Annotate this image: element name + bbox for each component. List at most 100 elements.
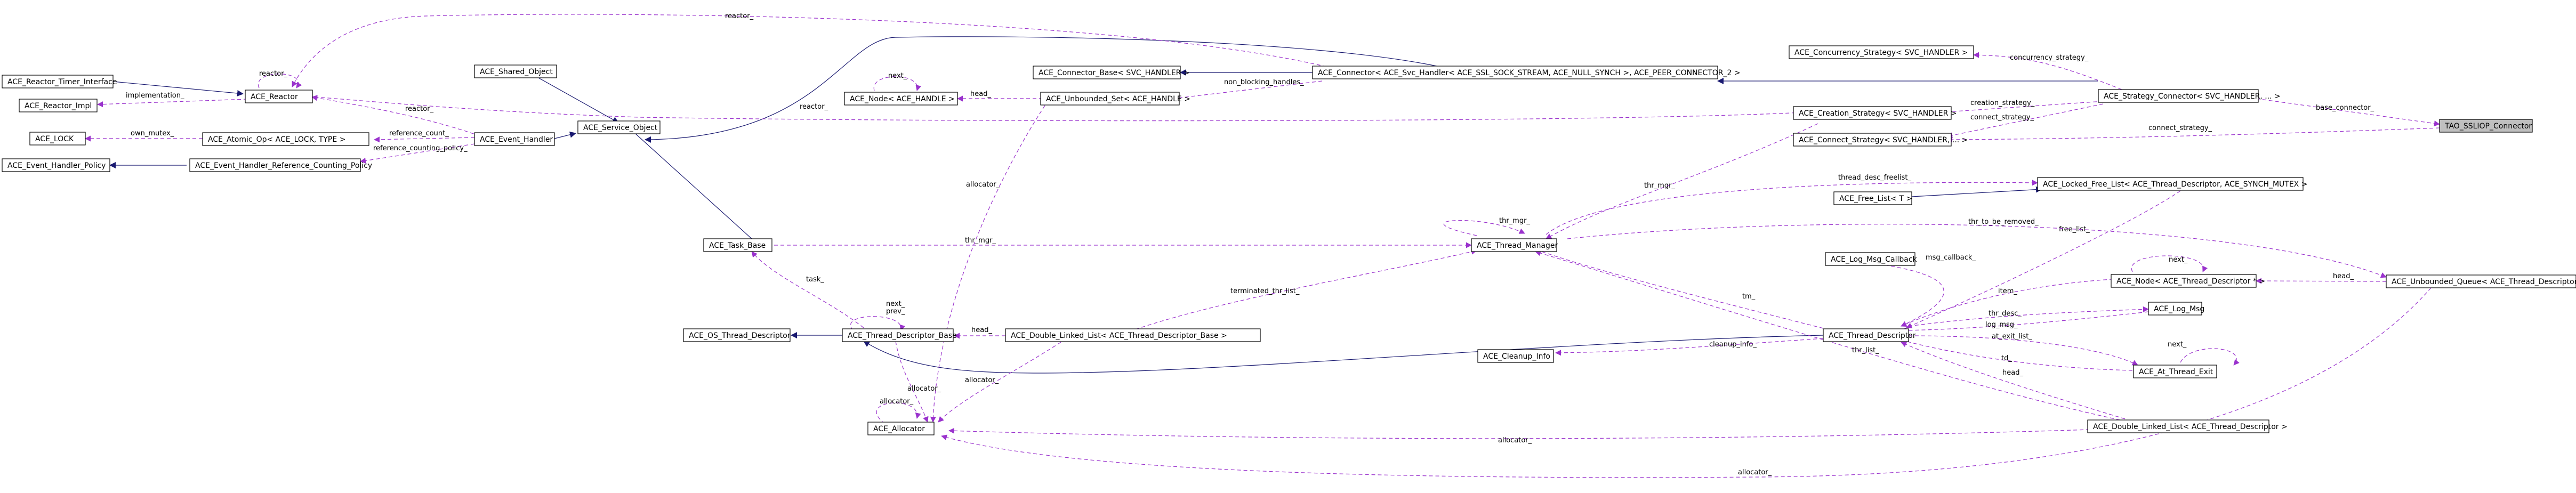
edge-label-task-thr-mgr: thr_mgr_ xyxy=(965,237,996,245)
edge-label-tm: tm_ xyxy=(1742,293,1756,301)
edge-allocator-to-dll-tdb: allocator_ xyxy=(938,342,1061,423)
edge-label-own-mutex: own_mutex_ xyxy=(131,130,174,138)
node-log-msg[interactable]: ACE_Log_Msg xyxy=(2148,302,2204,316)
node-thread-manager[interactable]: ACE_Thread_Manager xyxy=(1471,238,1558,252)
svg-text:ACE_Reactor: ACE_Reactor xyxy=(251,93,298,101)
edge-label-thr-mgr-self: thr_mgr_ xyxy=(1499,217,1530,225)
node-free-list[interactable]: ACE_Free_List< T > xyxy=(1833,191,1912,205)
edge-label-node-td-next: next_ xyxy=(2169,256,2188,264)
node-ace-lock[interactable]: ACE_LOCK xyxy=(29,132,86,146)
node-thread-descriptor-base[interactable]: ACE_Thread_Descriptor_Base xyxy=(842,328,957,342)
edge-cleanup-to-thread-descriptor: cleanup_info_ xyxy=(1555,338,1824,356)
edge-connect-to-strategy-connector: connect_strategy_ xyxy=(1946,103,2104,139)
edge-reference-policy-to-event-handler: reference_counting_policy_ xyxy=(360,143,475,164)
node-connector-base[interactable]: ACE_Connector_Base< SVC_HANDLER > xyxy=(1033,66,1190,79)
collaboration-diagram: implementation_ reactor_ reactor_ own_mu… xyxy=(0,0,2576,493)
node-reactor-impl[interactable]: ACE_Reactor_Impl xyxy=(19,99,98,112)
edge-concurrency-to-strategy-connector: concurrency_strategy_ xyxy=(1973,52,2122,90)
node-concurrency-strategy[interactable]: ACE_Concurrency_Strategy< SVC_HANDLER > xyxy=(1789,45,1974,59)
edge-label-alloc-tdb: allocator_ xyxy=(907,385,941,393)
node-dll-thread-descriptor[interactable]: ACE_Double_Linked_List< ACE_Thread_Descr… xyxy=(2087,419,2288,433)
node-event-handler-policy[interactable]: ACE_Event_Handler_Policy xyxy=(2,158,110,172)
node-connect-strategy[interactable]: ACE_Connect_Strategy< SVC_HANDLER, ... > xyxy=(1793,133,1968,147)
edge-label-next-prev: next_ prev_ xyxy=(886,300,905,316)
node-unbounded-set[interactable]: ACE_Unbounded_Set< ACE_HANDLE > xyxy=(1040,92,1190,106)
svg-text:ACE_Strategy_Connector< SVC_HA: ACE_Strategy_Connector< SVC_HANDLER, ...… xyxy=(2104,92,2281,101)
node-dll-thread-descriptor-base[interactable]: ACE_Double_Linked_List< ACE_Thread_Descr… xyxy=(1005,328,1261,342)
edge-label-dll-td-head: head_ xyxy=(2002,369,2023,377)
edge-task-base-to-thread-manager: thr_mgr_ xyxy=(768,237,1472,248)
edge-label-connect: connect_strategy_ xyxy=(1970,114,2034,122)
edge-label-alloc-dlltd: allocator_ xyxy=(1498,437,1532,444)
edge-descriptor-base-self-loop: next_ prev_ xyxy=(850,300,906,331)
edge-allocator-to-descriptor-base: allocator_ xyxy=(895,341,941,423)
edge-thread-descriptor-to-log-msg: thr_desc_ xyxy=(1908,306,2149,327)
node-shared-object[interactable]: ACE_Shared_Object xyxy=(474,64,557,78)
edge-label-node-head: head_ xyxy=(970,90,991,98)
node-reference-counting-policy[interactable]: ACE_Event_Handler_Reference_Counting_Pol… xyxy=(189,158,372,172)
svg-text:ACE_Double_Linked_List< ACE_Th: ACE_Double_Linked_List< ACE_Thread_Descr… xyxy=(2093,423,2288,431)
edge-label-ref-policy: reference_counting_policy_ xyxy=(373,144,468,152)
svg-text:ACE_Unbounded_Set< ACE_HANDLE: ACE_Unbounded_Set< ACE_HANDLE > xyxy=(1046,95,1190,103)
edge-label-task: task_ xyxy=(806,276,824,284)
node-service-object[interactable]: ACE_Service_Object xyxy=(577,120,661,134)
svg-text:ACE_LOCK: ACE_LOCK xyxy=(35,135,74,143)
edge-label-non-blocking: non_blocking_handles_ xyxy=(1224,78,1304,86)
node-reactor[interactable]: ACE_Reactor xyxy=(245,90,313,103)
node-node-handle[interactable]: ACE_Node< ACE_HANDLE > xyxy=(844,92,958,106)
svg-text:ACE_Reactor_Impl: ACE_Reactor_Impl xyxy=(25,102,92,110)
node-at-thread-exit[interactable]: ACE_At_Thread_Exit xyxy=(2133,365,2217,378)
node-creation-strategy[interactable]: ACE_Creation_Strategy< SVC_HANDLER > xyxy=(1793,106,1957,120)
edge-label-alloc-dlltdb: allocator_ xyxy=(965,376,999,384)
edge-node-td-self-loop: next_ xyxy=(2131,255,2208,272)
edge-dll-to-thread-manager: terminated_thr_list_ xyxy=(1135,248,1477,330)
node-locked-free-list[interactable]: ACE_Locked_Free_List< ACE_Thread_Descrip… xyxy=(2037,177,2307,191)
node-unbounded-queue[interactable]: ACE_Unbounded_Queue< ACE_Thread_Descript… xyxy=(2386,274,2576,288)
edge-label-item: item_ xyxy=(1998,287,2017,295)
edge-label-at-exit-list: at_exit_list_ xyxy=(1992,333,2032,341)
node-os-thread-descriptor[interactable]: ACE_OS_Thread_Descriptor xyxy=(683,328,791,342)
node-task-base[interactable]: ACE_Task_Base xyxy=(703,238,772,252)
node-log-msg-callback[interactable]: ACE_Log_Msg_Callback xyxy=(1825,252,1918,266)
edge-thread-descriptor-to-task-base: task_ xyxy=(751,251,864,328)
svg-text:ACE_Log_Msg: ACE_Log_Msg xyxy=(2154,305,2204,313)
edge-label-reactor-creation: reactor_ xyxy=(800,103,828,111)
svg-text:ACE_Allocator: ACE_Allocator xyxy=(873,425,925,433)
svg-text:ACE_Task_Base: ACE_Task_Base xyxy=(709,241,766,250)
svg-text:ACE_Double_Linked_List< ACE_Th: ACE_Double_Linked_List< ACE_Thread_Descr… xyxy=(1011,332,1227,340)
edge-label-alloc-self: allocator_ xyxy=(880,398,914,406)
edge-label-freelist: thread_desc_freelist_ xyxy=(1838,174,1912,182)
edge-at-exit-self-loop: next_ xyxy=(2168,341,2240,366)
edge-label-base-connector: base_connector_ xyxy=(2316,104,2374,112)
svg-text:ACE_Free_List< T >: ACE_Free_List< T > xyxy=(1839,195,1912,203)
svg-text:ACE_Concurrency_Strategy< SVC_: ACE_Concurrency_Strategy< SVC_HANDLER > xyxy=(1794,49,1968,57)
node-thread-descriptor[interactable]: ACE_Thread_Descriptor xyxy=(1823,328,1916,342)
svg-text:ACE_Service_Object: ACE_Service_Object xyxy=(583,124,658,132)
edge-label-implementation: implementation_ xyxy=(126,92,184,100)
node-strategy-connector[interactable]: ACE_Strategy_Connector< SVC_HANDLER, ...… xyxy=(2098,89,2281,103)
edge-at-exit-to-thread-descriptor: at_exit_list_ xyxy=(1908,333,2138,366)
edge-event-handler-to-service-object xyxy=(554,131,576,139)
edge-thread-manager-to-thread-descriptor: tm_ xyxy=(1535,248,1824,329)
svg-text:ACE_Connector_Base< SVC_HANDLE: ACE_Connector_Base< SVC_HANDLER > xyxy=(1039,69,1190,77)
svg-text:ACE_Event_Handler: ACE_Event_Handler xyxy=(480,135,553,144)
node-cleanup-info[interactable]: ACE_Cleanup_Info xyxy=(1477,349,1554,363)
edge-label-alloc-unbset: allocator_ xyxy=(966,181,1000,189)
svg-text:ACE_Locked_Free_List< ACE_Thre: ACE_Locked_Free_List< ACE_Thread_Descrip… xyxy=(2043,180,2307,189)
edge-shared-object-to-service-object xyxy=(538,77,619,123)
edge-label-reactor-self: reactor_ xyxy=(259,70,288,78)
node-connector[interactable]: ACE_Connector< ACE_Svc_Handler< ACE_SSL_… xyxy=(1312,66,1741,79)
node-tao-sslio-connector[interactable]: TAO_SSLIOP_Connector xyxy=(2439,119,2533,133)
node-event-handler[interactable]: ACE_Event_Handler xyxy=(474,132,555,146)
svg-text:ACE_Atomic_Op< ACE_LOCK, TYPE: ACE_Atomic_Op< ACE_LOCK, TYPE > xyxy=(208,135,345,144)
node-allocator[interactable]: ACE_Allocator xyxy=(867,422,935,435)
node-node-thread-descriptor[interactable]: ACE_Node< ACE_Thread_Descriptor * > xyxy=(2111,274,2265,288)
node-atomic-op[interactable]: ACE_Atomic_Op< ACE_LOCK, TYPE > xyxy=(202,132,369,146)
svg-text:ACE_OS_Thread_Descriptor: ACE_OS_Thread_Descriptor xyxy=(689,332,791,340)
svg-text:ACE_Creation_Strategy< SVC_HAN: ACE_Creation_Strategy< SVC_HANDLER > xyxy=(1799,109,1957,118)
svg-text:ACE_At_Thread_Exit: ACE_At_Thread_Exit xyxy=(2139,368,2213,376)
svg-text:ACE_Event_Handler_Policy: ACE_Event_Handler_Policy xyxy=(7,161,106,170)
svg-text:ACE_Shared_Object: ACE_Shared_Object xyxy=(480,68,553,76)
node-reactor-timer-interface[interactable]: ACE_Reactor_Timer_Interface xyxy=(2,75,117,88)
edge-label-cleanup-info: cleanup_info_ xyxy=(1709,341,1757,349)
